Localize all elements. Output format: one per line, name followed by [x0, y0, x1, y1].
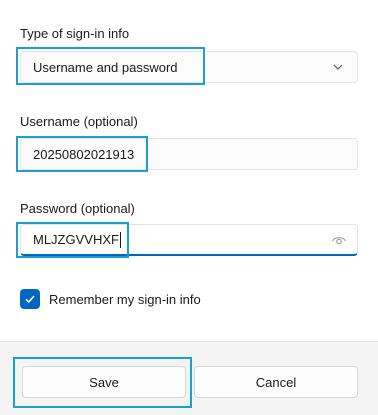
save-button[interactable]: Save — [22, 366, 186, 398]
signin-type-label: Type of sign-in info — [20, 26, 130, 41]
password-input[interactable]: MLJZGVVHXF — [20, 224, 358, 256]
remember-checkbox[interactable] — [20, 289, 40, 309]
username-label: Username (optional) — [20, 114, 138, 129]
remember-row[interactable]: Remember my sign-in info — [20, 289, 201, 309]
checkmark-icon — [25, 295, 35, 304]
password-label: Password (optional) — [20, 201, 135, 216]
text-caret — [119, 231, 121, 248]
username-input[interactable]: 20250802021913 — [20, 138, 358, 170]
remember-label: Remember my sign-in info — [49, 291, 201, 307]
dialog-footer: Save Cancel — [0, 341, 378, 415]
signin-type-dropdown[interactable]: Username and password — [20, 51, 358, 83]
password-value: MLJZGVVHXF — [33, 232, 119, 247]
reveal-password-icon[interactable] — [331, 233, 347, 247]
chevron-down-icon — [333, 64, 343, 70]
signin-type-selected: Username and password — [33, 59, 178, 75]
username-value: 20250802021913 — [33, 146, 135, 162]
cancel-button[interactable]: Cancel — [194, 366, 358, 398]
